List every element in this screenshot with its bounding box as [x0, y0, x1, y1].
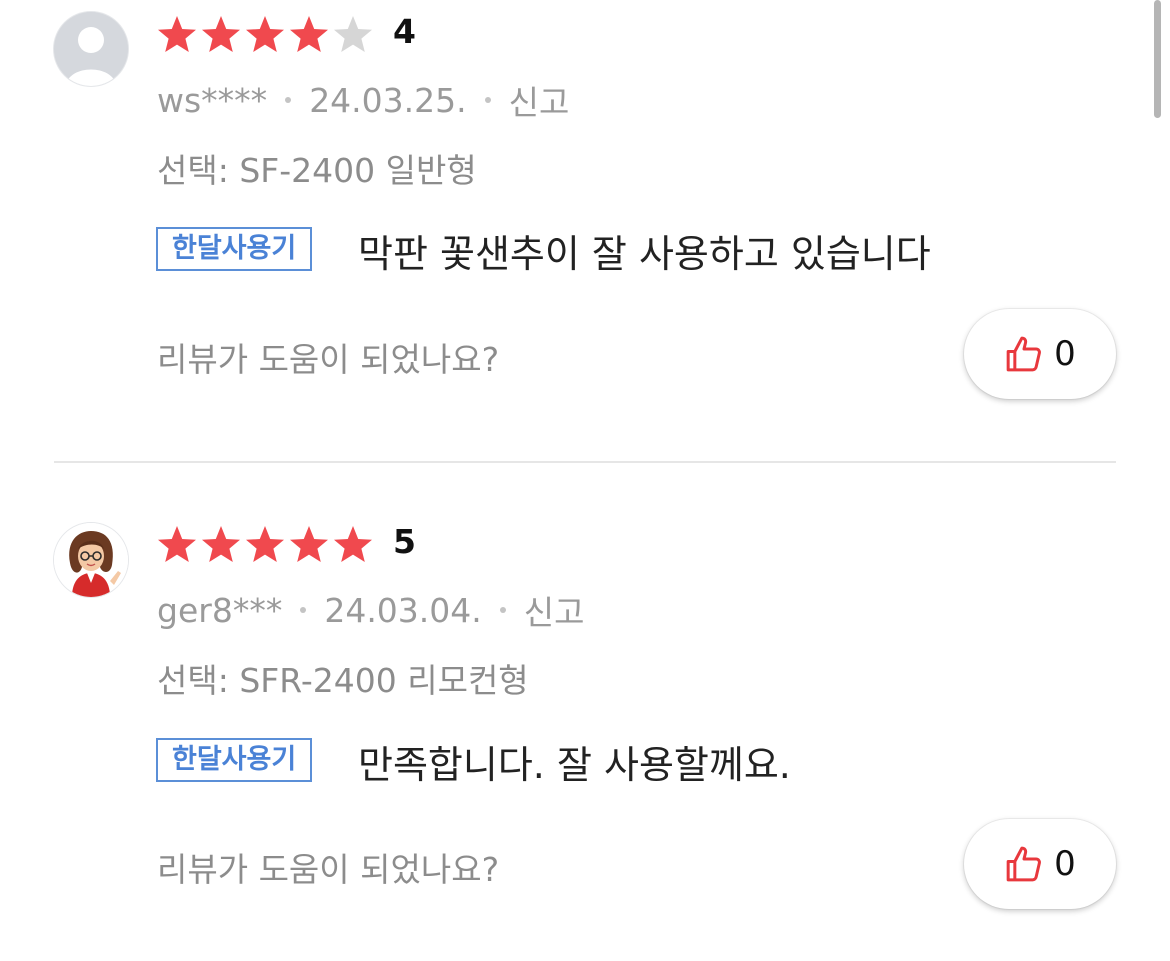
- star-icon: [199, 13, 243, 57]
- review-item: 5 ger8*** 24.03.04. 신고 선택: SFR-2400 리모컨형…: [0, 510, 1170, 930]
- helpful-question: 리뷰가 도움이 되었나요?: [157, 850, 500, 889]
- selected-option: 선택: SFR-2400 리모컨형: [157, 661, 529, 700]
- reviewer-name: ger8***: [157, 590, 283, 630]
- star-icon: [331, 13, 375, 57]
- user-avatar: [54, 12, 128, 86]
- star-icon: [287, 523, 331, 567]
- rating-score: 5: [393, 522, 416, 561]
- review-content: 막판 꽃샌추이 잘 사용하고 있습니다: [358, 232, 931, 276]
- review-meta: ws**** 24.03.25. 신고: [157, 76, 569, 124]
- separator-dot: [300, 607, 307, 613]
- review-content: 만족합니다. 잘 사용할께요.: [358, 743, 791, 787]
- reviewer-name: ws****: [157, 80, 268, 120]
- thumbs-up-icon: [1006, 846, 1042, 882]
- star-icon: [155, 13, 199, 57]
- user-avatar: [54, 523, 128, 597]
- default-user-icon: [54, 12, 128, 86]
- star-icon: [155, 523, 199, 567]
- month-usage-tag: 한달사용기: [156, 738, 313, 782]
- star-icon: [243, 523, 287, 567]
- helpful-question: 리뷰가 도움이 되었나요?: [157, 340, 500, 379]
- review-meta: ger8*** 24.03.04. 신고: [157, 586, 585, 634]
- star-icon: [243, 13, 287, 57]
- report-link[interactable]: 신고: [509, 76, 570, 124]
- star-icon: [199, 523, 243, 567]
- separator-dot: [484, 97, 491, 103]
- rating-stars: [155, 13, 375, 57]
- like-button[interactable]: 0: [964, 309, 1116, 399]
- thumbs-up-icon: [1006, 336, 1042, 372]
- like-count: 0: [1054, 844, 1076, 884]
- review-date: 24.03.25.: [309, 80, 467, 120]
- rating-score: 4: [393, 12, 416, 51]
- review-item: 4 ws**** 24.03.25. 신고 선택: SF-2400 일반형 한달…: [0, 0, 1170, 420]
- review-date: 24.03.04.: [324, 590, 482, 630]
- woman-with-glasses-icon: [54, 523, 128, 597]
- separator-dot: [285, 97, 292, 103]
- star-icon: [287, 13, 331, 57]
- rating-stars: [155, 523, 375, 567]
- scrollbar[interactable]: [1154, 0, 1161, 118]
- separator-dot: [499, 607, 506, 613]
- report-link[interactable]: 신고: [524, 586, 585, 634]
- month-usage-tag: 한달사용기: [156, 227, 313, 271]
- selected-option: 선택: SF-2400 일반형: [157, 151, 477, 190]
- star-icon: [331, 523, 375, 567]
- like-button[interactable]: 0: [964, 819, 1116, 909]
- like-count: 0: [1054, 334, 1076, 374]
- review-divider: [54, 461, 1116, 463]
